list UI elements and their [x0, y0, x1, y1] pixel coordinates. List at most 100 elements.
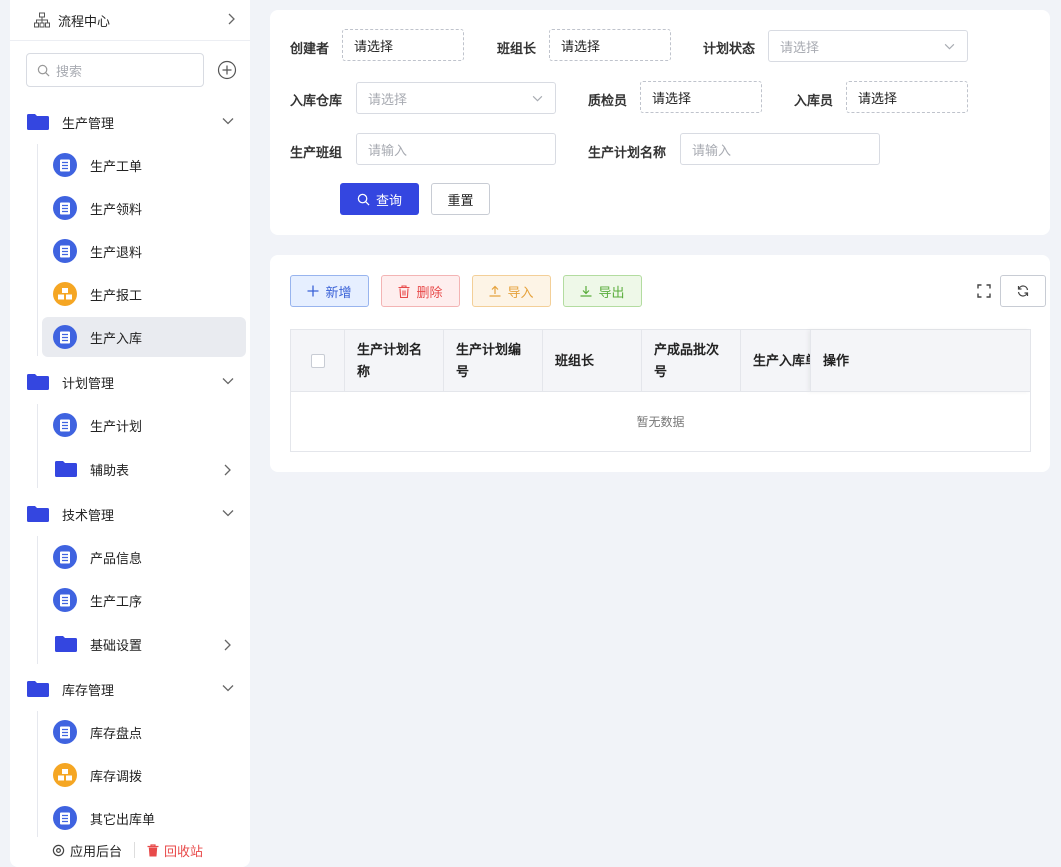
folder-icon	[27, 114, 49, 130]
filter-panel: 创建者 请选择 班组长 请选择 计划状态 请选择 入库仓库 请选择 质检员 请选…	[270, 10, 1050, 235]
sidebar-group-inventory[interactable]: 库存管理	[10, 671, 250, 707]
tree-line	[37, 536, 38, 664]
sidebar-item-aux-table[interactable]: 辅助表	[42, 449, 246, 489]
plan-status-label: 计划状态	[703, 41, 756, 56]
sidebar-footer: 应用后台 回收站	[10, 838, 250, 862]
column-header[interactable]: 生产计划编号	[444, 330, 543, 392]
sidebar-item-label: 生产报工	[90, 287, 143, 303]
inspector-label: 质检员	[588, 93, 628, 108]
sidebar-item-label: 生产计划	[90, 418, 143, 434]
sidebar-item-production-inbound[interactable]: 生产入库	[42, 317, 246, 357]
sidebar-search-input[interactable]: 搜索	[26, 53, 204, 87]
trash-icon	[147, 843, 159, 856]
add-circle-icon[interactable]	[217, 60, 237, 80]
list-icon	[53, 545, 77, 569]
sidebar-item-stocktake[interactable]: 库存盘点	[42, 712, 246, 752]
receiver-value: 请选择	[858, 90, 898, 106]
sidebar: 流程中心 搜索 生产管理 生产工单 生产领料 生产退料 生产报工 生产入库 计划…	[10, 0, 250, 867]
column-header[interactable]: 生产计划名称	[345, 330, 444, 392]
delete-label: 删除	[416, 284, 443, 300]
chevron-down-icon	[944, 43, 955, 50]
inspector-select[interactable]: 请选择	[640, 81, 762, 113]
sidebar-item-other-outbound[interactable]: 其它出库单	[42, 798, 246, 838]
sidebar-item-label: 库存调拨	[90, 768, 143, 784]
inspector-value: 请选择	[652, 90, 692, 106]
sidebar-item-basic-settings[interactable]: 基础设置	[42, 624, 246, 664]
sidebar-item-work-report[interactable]: 生产报工	[42, 274, 246, 314]
plan-status-select[interactable]: 请选择	[768, 30, 968, 62]
folder-icon	[27, 374, 49, 390]
column-header[interactable]: 产成品批次号	[642, 330, 741, 392]
refresh-button[interactable]	[1000, 275, 1046, 307]
column-header[interactable]: 生产入库单	[741, 330, 810, 392]
refresh-icon	[1017, 285, 1029, 297]
folder-icon	[27, 506, 49, 522]
sidebar-group-plan[interactable]: 计划管理	[10, 364, 250, 400]
column-header-actions: 操作	[810, 330, 1030, 392]
sidebar-item-work-order[interactable]: 生产工单	[42, 145, 246, 185]
plus-icon	[307, 285, 319, 297]
sidebar-item-label: 辅助表	[90, 462, 130, 478]
select-all-cell	[291, 330, 345, 392]
list-icon	[53, 239, 77, 263]
team-leader-label: 班组长	[497, 41, 537, 56]
tree-line	[37, 144, 38, 356]
group-label: 技术管理	[62, 507, 115, 523]
table-header: 生产计划名称 生产计划编号 班组长 产成品批次号 生产入库单 操作	[290, 329, 1031, 392]
sitemap-icon	[34, 12, 50, 28]
chevron-right-icon	[224, 639, 231, 651]
creator-select[interactable]: 请选择	[342, 29, 464, 61]
sidebar-group-tech[interactable]: 技术管理	[10, 496, 250, 532]
flow-center-link[interactable]: 流程中心	[10, 0, 250, 41]
sidebar-item-label: 生产领料	[90, 201, 143, 217]
query-button[interactable]: 查询	[340, 183, 419, 215]
sidebar-item-label: 生产退料	[90, 244, 143, 260]
chevron-down-icon	[222, 510, 234, 517]
reset-label: 重置	[447, 192, 474, 208]
list-icon	[53, 413, 77, 437]
import-label: 导入	[507, 284, 534, 300]
recycle-bin-link[interactable]: 回收站	[164, 841, 203, 860]
warehouse-select[interactable]: 请选择	[356, 82, 556, 114]
chevron-down-icon	[222, 118, 234, 125]
receiver-select[interactable]: 请选择	[846, 81, 968, 113]
list-icon	[53, 196, 77, 220]
team-leader-select[interactable]: 请选择	[549, 29, 671, 61]
import-button[interactable]: 导入	[472, 275, 551, 307]
plan-name-placeholder: 请输入	[692, 142, 732, 158]
search-icon	[37, 64, 50, 76]
reset-button[interactable]: 重置	[431, 183, 490, 215]
chevron-right-icon	[224, 464, 231, 476]
sidebar-item-material-pick[interactable]: 生产领料	[42, 188, 246, 228]
boxes-icon	[53, 763, 77, 787]
search-placeholder: 搜索	[56, 63, 83, 79]
team-input[interactable]: 请输入	[356, 133, 556, 165]
sidebar-item-material-return[interactable]: 生产退料	[42, 231, 246, 271]
search-icon	[357, 193, 370, 206]
plan-name-input[interactable]: 请输入	[680, 133, 880, 165]
sidebar-group-production[interactable]: 生产管理	[10, 104, 250, 140]
add-button[interactable]: 新增	[290, 275, 369, 307]
footer-divider	[134, 842, 136, 858]
list-icon	[53, 806, 77, 830]
group-label: 库存管理	[62, 682, 115, 698]
team-leader-value: 请选择	[561, 38, 601, 54]
column-header[interactable]: 班组长	[543, 330, 642, 392]
chevron-down-icon	[532, 95, 543, 102]
sidebar-item-label: 生产入库	[90, 330, 143, 346]
sidebar-item-process[interactable]: 生产工序	[42, 580, 246, 620]
select-all-checkbox[interactable]	[310, 354, 325, 368]
query-label: 查询	[375, 192, 402, 208]
sidebar-item-production-plan[interactable]: 生产计划	[42, 405, 246, 445]
chevron-down-icon	[222, 685, 234, 692]
sidebar-item-label: 其它出库单	[90, 811, 156, 827]
table-empty-state: 暂无数据	[290, 391, 1031, 452]
app-backend-link[interactable]: 应用后台	[70, 841, 122, 860]
sidebar-item-product-info[interactable]: 产品信息	[42, 537, 246, 577]
export-button[interactable]: 导出	[563, 275, 642, 307]
sidebar-item-transfer[interactable]: 库存调拨	[42, 755, 246, 795]
tree-line	[37, 711, 38, 837]
delete-button[interactable]: 删除	[381, 275, 460, 307]
fullscreen-icon[interactable]	[977, 284, 991, 298]
boxes-icon	[53, 282, 77, 306]
